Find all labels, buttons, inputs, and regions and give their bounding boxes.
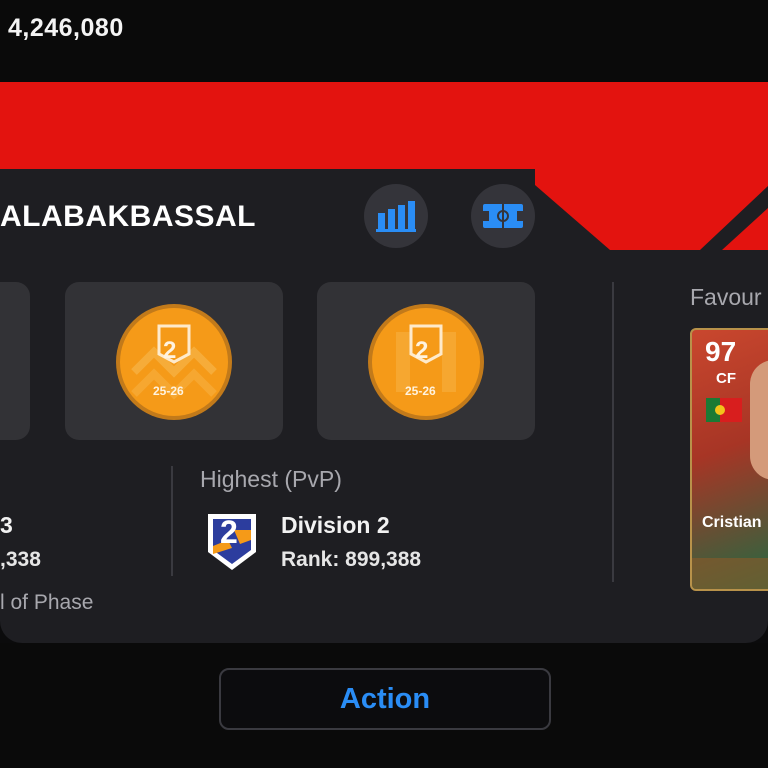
- favourite-player-card[interactable]: 97 CF Cristian: [690, 328, 768, 591]
- formation-button[interactable]: [471, 184, 535, 248]
- bar-chart-icon: [376, 201, 416, 232]
- action-button[interactable]: Action: [219, 668, 551, 730]
- portugal-flag-icon: [706, 398, 742, 422]
- end-of-phase-label: l of Phase: [0, 591, 94, 614]
- division-badge-number: 2: [220, 514, 238, 550]
- current-rank-partial: ,338: [0, 548, 41, 571]
- card-footer-stripe: [692, 558, 768, 589]
- player-position: CF: [716, 370, 736, 387]
- highest-division: Division 2: [281, 512, 390, 538]
- badge-tile-partial[interactable]: [0, 282, 30, 440]
- highest-rank: Rank: 899,388: [281, 548, 422, 571]
- highest-label: Highest (PvP): [200, 466, 342, 492]
- favourite-label: Favour: [690, 284, 762, 310]
- action-button-label: Action: [339, 682, 431, 715]
- medal-season: 25-26: [405, 384, 436, 398]
- player-name: ALABAKBASSAL: [0, 200, 256, 233]
- player-face: [750, 360, 768, 480]
- divider-vertical: [612, 282, 614, 582]
- stats-button[interactable]: [364, 184, 428, 248]
- pitch-icon: [483, 204, 523, 228]
- player-name-partial: Cristian: [702, 514, 762, 531]
- coin-balance: 4,246,080: [8, 14, 124, 42]
- medal-division-number: 2: [163, 337, 177, 364]
- current-division-partial: 3: [0, 512, 13, 538]
- badge-tile[interactable]: 2 25-26: [65, 282, 283, 440]
- medal-division-number: 2: [415, 337, 429, 364]
- medal-season: 25-26: [153, 384, 184, 398]
- badge-tile[interactable]: 2 25-26: [317, 282, 535, 440]
- top-bar: 4,246,080: [0, 0, 768, 82]
- divider-vertical: [171, 466, 173, 576]
- player-rating: 97: [705, 336, 737, 367]
